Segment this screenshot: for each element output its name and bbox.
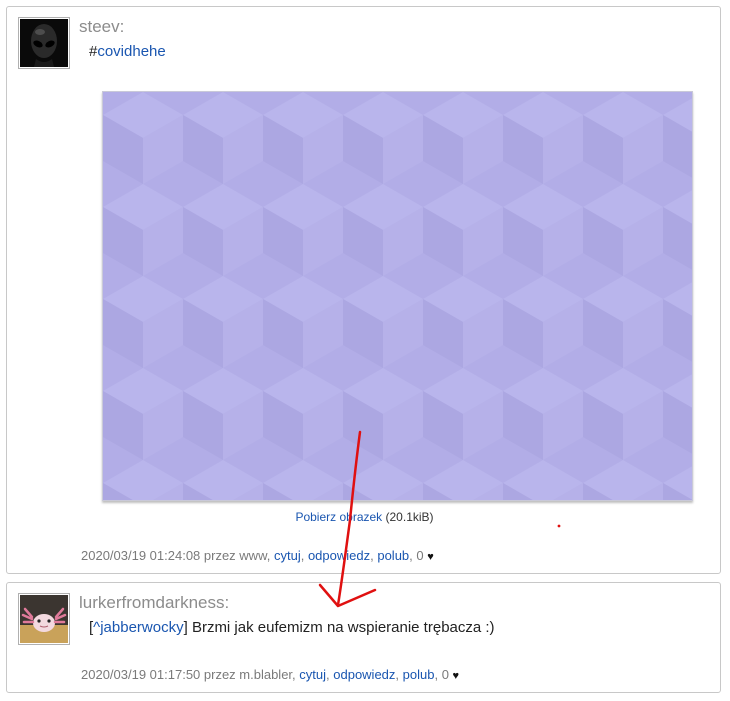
post-content: [^jabberwocky] Brzmi jak eufemizm na wsp… xyxy=(89,619,495,636)
avatar[interactable] xyxy=(18,593,70,645)
axolotl-avatar-icon xyxy=(20,595,68,643)
post-meta: 2020/03/19 01:17:50 przez m.blabler, cyt… xyxy=(81,667,460,682)
like-link[interactable]: polub xyxy=(377,548,409,563)
avatar[interactable] xyxy=(18,17,70,69)
like-count: 0 xyxy=(416,548,424,563)
comment-post: lurkerfromdarkness: [^jabberwocky] Brzmi… xyxy=(6,582,721,693)
quote-bracket-close: ] xyxy=(183,619,188,636)
download-image-link[interactable]: Pobierz obrazek xyxy=(295,510,382,524)
file-size: (20.1kiB) xyxy=(385,510,434,524)
author-name[interactable]: lurkerfromdarkness: xyxy=(79,593,229,613)
post-meta: 2020/03/19 01:24:08 przez www, cytuj, od… xyxy=(81,548,434,563)
comment-text: Brzmi jak eufemizm na wspieranie trębacz… xyxy=(191,619,495,636)
quote-link[interactable]: cytuj xyxy=(299,667,326,682)
like-link[interactable]: polub xyxy=(403,667,435,682)
download-line: Pobierz obrazek (20.1kiB) xyxy=(7,510,722,524)
quoted-user-link[interactable]: ^jabberwocky xyxy=(93,619,183,636)
reply-link[interactable]: odpowiedz xyxy=(333,667,395,682)
heart-icon: ♥ xyxy=(452,670,460,682)
heart-icon: ♥ xyxy=(427,551,434,563)
author-name[interactable]: steev: xyxy=(79,17,124,37)
like-count: 0 xyxy=(441,667,449,682)
alien-avatar-icon xyxy=(20,19,68,67)
meme-image[interactable] xyxy=(102,91,693,501)
post-content: #covidhehe xyxy=(89,43,166,60)
reply-link[interactable]: odpowiedz xyxy=(308,548,370,563)
comment-post: steev: #covidhehe Pobierz obrazek (20.1k… xyxy=(6,6,721,574)
quote-link[interactable]: cytuj xyxy=(274,548,301,563)
timestamp-author: 2020/03/19 01:24:08 przez www, xyxy=(81,548,271,563)
hashtag-link[interactable]: covidhehe xyxy=(97,43,165,60)
timestamp-author: 2020/03/19 01:17:50 przez m.blabler, xyxy=(81,667,296,682)
